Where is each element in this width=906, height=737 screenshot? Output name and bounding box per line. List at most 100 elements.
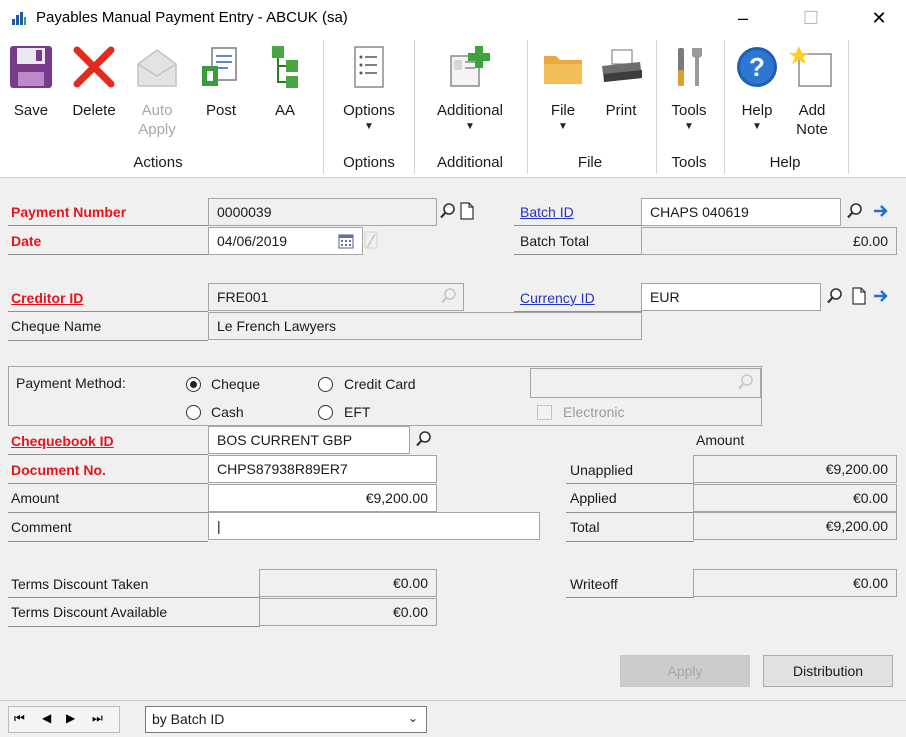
field-underline — [566, 541, 694, 542]
tools-icon — [678, 48, 702, 86]
currency-id-field[interactable]: EUR — [641, 283, 821, 311]
lookup-icon[interactable] — [826, 286, 844, 306]
chevron-down-icon: ⌄ — [407, 711, 418, 725]
first-record-icon[interactable]: ⏮ — [14, 711, 25, 726]
chequebook-id-link[interactable]: Chequebook ID — [11, 433, 114, 449]
calendar-icon[interactable] — [337, 231, 355, 251]
field-underline — [514, 311, 642, 312]
chevron-down-icon: ▼ — [752, 121, 762, 132]
lookup-icon — [737, 372, 755, 392]
radio-credit-card-label: Credit Card — [344, 376, 416, 392]
total-value: €9,200.00 — [693, 512, 897, 540]
ribbon-separator — [527, 40, 528, 174]
radio-eft-label: EFT — [344, 404, 371, 420]
arrow-right-icon[interactable] — [872, 201, 890, 221]
ribbon-separator — [414, 40, 415, 174]
save-button[interactable]: Save — [8, 44, 54, 120]
new-document-icon[interactable] — [458, 201, 476, 221]
lookup-icon[interactable] — [439, 201, 457, 221]
field-underline — [8, 597, 260, 598]
post-document-icon — [202, 47, 237, 86]
field-underline — [8, 483, 208, 484]
chequebook-id-field[interactable]: BOS CURRENT GBP — [208, 426, 410, 454]
ribbon-separator — [724, 40, 725, 174]
options-list-icon — [354, 46, 384, 88]
document-no-field[interactable]: CHPS87938R89ER7 — [208, 455, 437, 483]
writeoff-value: €0.00 — [693, 569, 897, 597]
batch-id-link[interactable]: Batch ID — [520, 204, 574, 220]
radio-eft[interactable] — [318, 405, 333, 420]
add-note-label-line1: Add — [798, 102, 826, 119]
save-icon — [10, 46, 52, 88]
additional-button[interactable]: Additional ▼ — [425, 44, 515, 132]
batch-id-field[interactable]: CHAPS 040619 — [641, 198, 841, 226]
minimize-button[interactable]: – — [720, 0, 766, 36]
comment-label: Comment — [11, 519, 72, 535]
print-button[interactable]: Print — [598, 44, 644, 120]
add-note-button[interactable]: Add Note — [788, 44, 836, 139]
chevron-down-icon: ▼ — [684, 121, 694, 132]
date-expand-icon — [362, 230, 380, 250]
field-underline — [566, 597, 694, 598]
maximize-button[interactable]: ☐ — [788, 0, 834, 36]
envelope-icon — [137, 49, 177, 87]
creditor-id-field[interactable]: FRE001 — [208, 283, 464, 311]
tools-button[interactable]: Tools ▼ — [666, 44, 712, 132]
field-underline — [8, 454, 208, 455]
radio-cash-label: Cash — [211, 404, 244, 420]
terms-discount-taken-label: Terms Discount Taken — [11, 576, 149, 592]
additional-window-plus-icon — [450, 46, 490, 87]
close-button[interactable]: ✕ — [856, 0, 902, 36]
file-button[interactable]: File ▼ — [540, 44, 586, 132]
delete-x-icon — [73, 46, 115, 88]
field-underline — [8, 626, 260, 627]
amount-label: Amount — [11, 490, 60, 506]
payment-number-field[interactable]: 0000039 — [208, 198, 437, 226]
arrow-right-icon[interactable] — [872, 286, 890, 306]
writeoff-label: Writeoff — [570, 576, 618, 592]
radio-cash[interactable] — [186, 405, 201, 420]
next-record-icon[interactable]: ▶ — [66, 711, 75, 725]
apply-button[interactable]: Apply — [620, 655, 750, 687]
field-underline — [566, 483, 694, 484]
aa-tree-icon — [272, 46, 298, 88]
browse-order-select[interactable]: by Batch ID ⌄ — [145, 706, 427, 733]
date-label: Date — [11, 233, 42, 249]
post-button[interactable]: Post — [198, 44, 244, 120]
electronic-checkbox[interactable] — [537, 405, 552, 420]
cheque-name-label: Cheque Name — [11, 318, 102, 334]
applied-label: Applied — [570, 490, 617, 506]
svg-text:?: ? — [749, 52, 765, 82]
lookup-icon[interactable] — [415, 429, 433, 449]
radio-cheque[interactable] — [186, 377, 201, 392]
document-no-label: Document No. — [11, 462, 106, 478]
last-record-icon[interactable]: ⏭ — [92, 711, 103, 726]
app-icon — [11, 10, 27, 26]
delete-button[interactable]: Delete — [68, 44, 120, 120]
options-button[interactable]: Options ▼ — [334, 44, 404, 132]
field-underline — [514, 225, 642, 226]
lookup-icon[interactable] — [846, 201, 864, 221]
group-label-additional: Additional — [437, 154, 503, 171]
radio-credit-card[interactable] — [318, 377, 333, 392]
aa-button[interactable]: AA — [262, 44, 308, 120]
amount-field[interactable]: €9,200.00 — [208, 484, 437, 512]
save-label: Save — [13, 102, 49, 119]
amount-column-header: Amount — [696, 432, 745, 448]
distribution-button[interactable]: Distribution — [763, 655, 893, 687]
currency-id-link[interactable]: Currency ID — [520, 290, 595, 306]
comment-field[interactable]: | — [208, 512, 540, 540]
post-label: Post — [205, 102, 236, 119]
new-document-icon[interactable] — [850, 286, 868, 306]
group-label-tools: Tools — [671, 154, 707, 171]
chevron-down-icon: ▼ — [364, 121, 374, 132]
field-underline — [514, 254, 642, 255]
field-underline — [8, 512, 208, 513]
help-button[interactable]: ? Help ▼ — [734, 44, 780, 132]
credit-card-field — [530, 368, 761, 398]
payment-number-label: Payment Number — [11, 204, 127, 220]
cheque-name-field[interactable]: Le French Lawyers — [208, 312, 642, 340]
previous-record-icon[interactable]: ◀ — [42, 711, 51, 725]
creditor-id-link[interactable]: Creditor ID — [11, 290, 83, 306]
auto-apply-button[interactable]: Auto Apply — [134, 44, 180, 139]
